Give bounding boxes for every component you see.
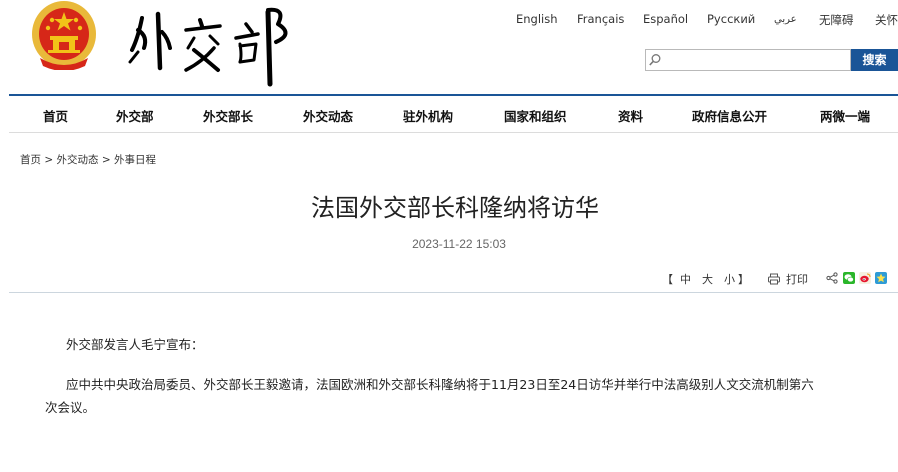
weibo-icon[interactable]: [859, 272, 871, 284]
national-emblem-icon: [32, 1, 96, 70]
printer-icon[interactable]: [768, 273, 780, 285]
language-bar: English Français Español Русский عربي 无障…: [0, 12, 898, 30]
lang-russian[interactable]: Русский: [707, 12, 755, 26]
breadcrumb-diplomatic-news[interactable]: 外交动态: [57, 154, 99, 166]
nav-top-rule: [9, 94, 898, 96]
article-title: 法国外交部长科隆纳将访华: [311, 194, 599, 222]
wechat-icon[interactable]: [843, 272, 855, 284]
breadcrumb-home[interactable]: 首页: [20, 154, 41, 166]
font-size-large[interactable]: 中: [680, 271, 691, 287]
lang-french[interactable]: Français: [577, 12, 624, 26]
article-paragraph: 外交部发言人毛宁宣布：: [66, 337, 204, 352]
search-input[interactable]: [664, 50, 848, 70]
search-icon: [649, 54, 661, 66]
article-divider: [9, 292, 898, 293]
lang-spanish[interactable]: Español: [643, 12, 688, 26]
nav-bottom-rule: [9, 132, 898, 133]
article-paragraph: 次会议。: [45, 400, 96, 415]
nav-minister[interactable]: 外交部长: [203, 106, 253, 125]
lang-english[interactable]: English: [516, 12, 558, 26]
search-button[interactable]: 搜索: [851, 49, 898, 71]
font-size-bracket-open: 【: [662, 273, 673, 286]
share-icon[interactable]: [826, 272, 838, 284]
nav-missions-abroad[interactable]: 驻外机构: [403, 106, 453, 125]
breadcrumb-separator: >: [101, 154, 111, 166]
nav-home[interactable]: 首页: [43, 106, 68, 125]
nav-countries-organizations[interactable]: 国家和组织: [504, 106, 567, 125]
article-date: 2023-11-22 15:03: [412, 237, 506, 251]
elder-care-link[interactable]: 关怀: [875, 12, 898, 28]
nav-resources[interactable]: 资料: [618, 106, 643, 125]
print-button[interactable]: 打印: [786, 271, 808, 287]
nav-diplomatic-news[interactable]: 外交动态: [303, 106, 353, 125]
qzone-icon[interactable]: [875, 272, 887, 284]
breadcrumb: 首页 > 外交动态 > 外事日程: [20, 152, 156, 167]
breadcrumb-schedule[interactable]: 外事日程: [114, 154, 156, 166]
font-size-small[interactable]: 小: [724, 271, 735, 287]
font-size-bracket-close: 】: [738, 273, 749, 286]
nav-social-media[interactable]: 两微一端: [820, 106, 870, 125]
font-size-medium[interactable]: 大: [702, 271, 713, 287]
article-paragraph: 应中共中央政治局委员、外交部长王毅邀请，法国欧洲和外交部长科隆纳将于11月23日…: [66, 377, 814, 392]
breadcrumb-separator: >: [44, 154, 54, 166]
nav-government-info[interactable]: 政府信息公开: [692, 106, 767, 125]
lang-arabic[interactable]: عربي: [774, 14, 797, 25]
nav-ministry[interactable]: 外交部: [116, 106, 154, 125]
accessibility-link[interactable]: 无障碍: [819, 12, 854, 28]
